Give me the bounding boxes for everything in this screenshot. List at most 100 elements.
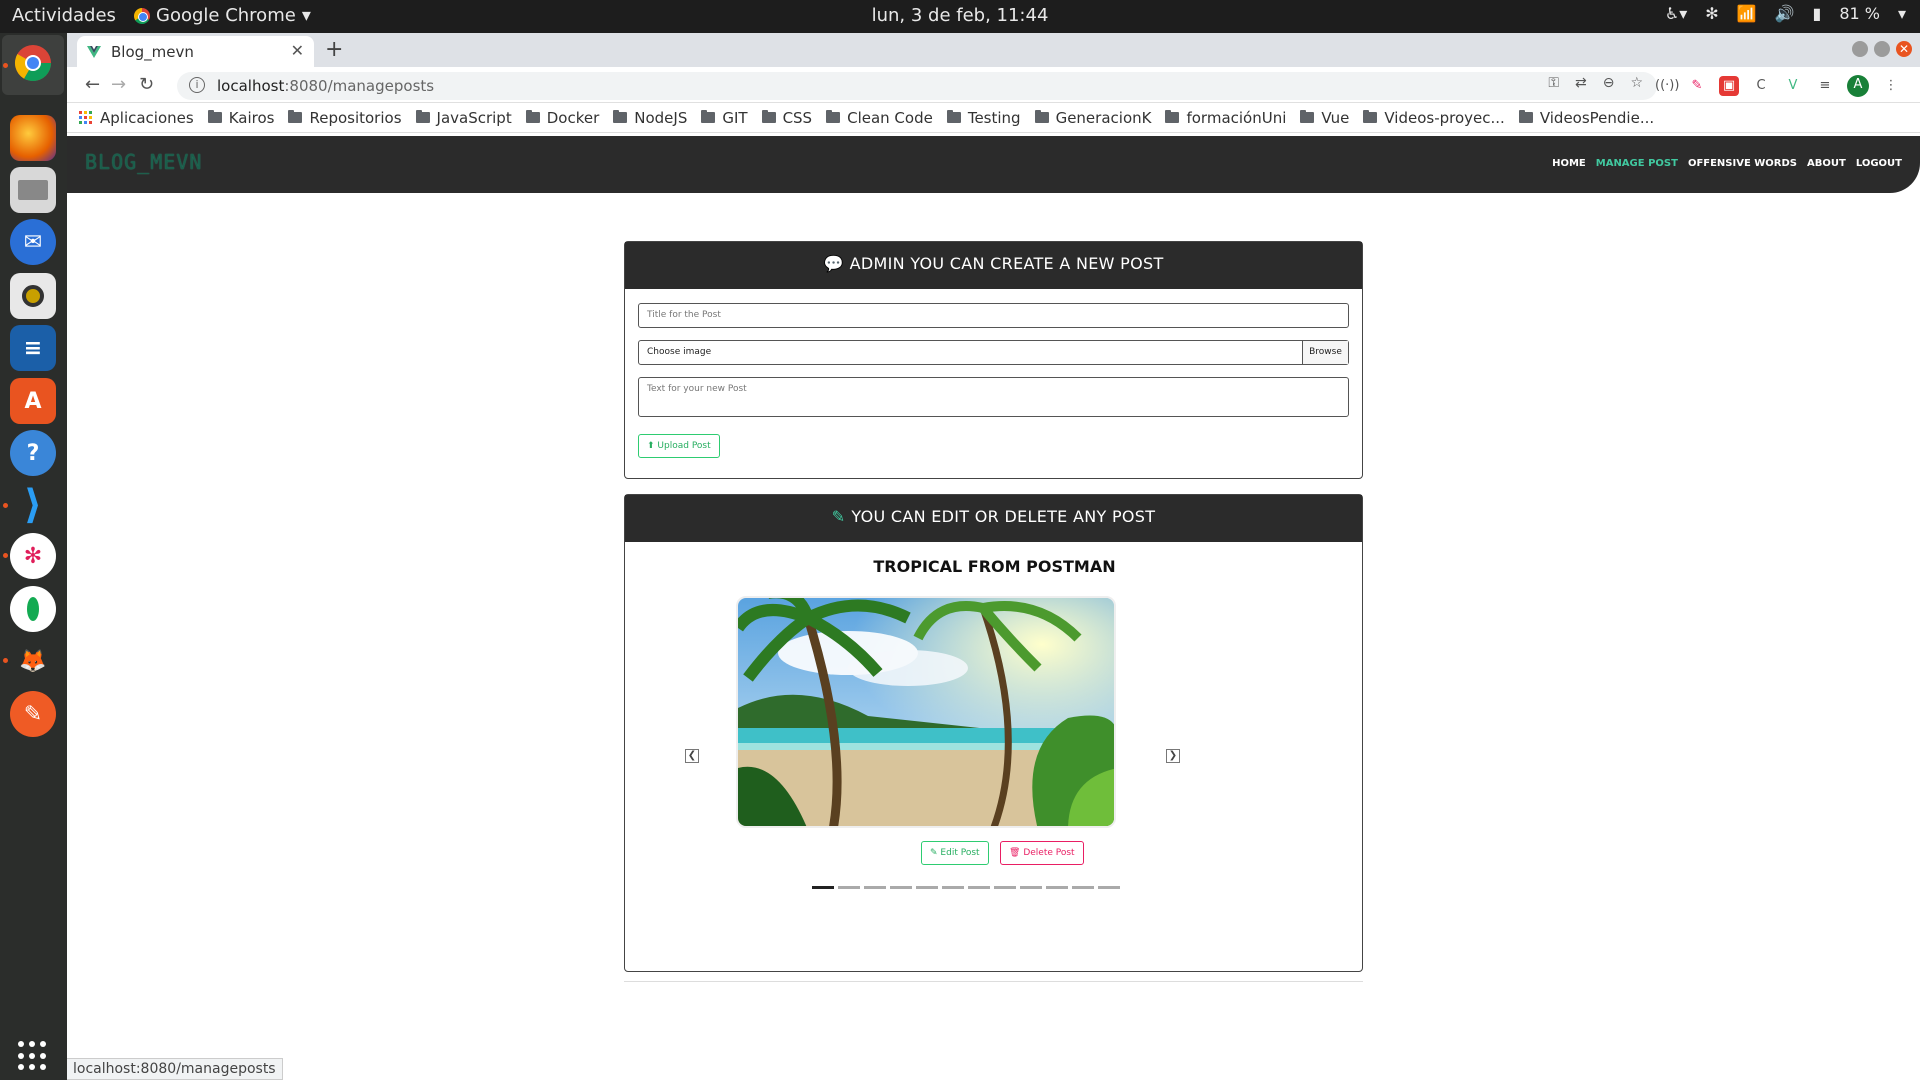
info-icon[interactable]: i: [189, 77, 205, 93]
nav-logout[interactable]: LOGOUT: [1856, 158, 1902, 169]
carousel-indicator[interactable]: [1098, 886, 1120, 889]
vue-devtools-icon[interactable]: V: [1783, 76, 1803, 96]
nav-home[interactable]: HOME: [1552, 158, 1586, 169]
postman-icon[interactable]: ✎: [10, 691, 56, 737]
carousel-next-icon[interactable]: ❯: [1166, 749, 1180, 763]
wifi-icon[interactable]: 📶: [1737, 4, 1757, 23]
extension-eyedropper-icon[interactable]: ✎: [1687, 76, 1707, 96]
running-indicator: [3, 553, 8, 558]
firefox-icon[interactable]: [10, 115, 56, 161]
reload-icon[interactable]: ↻: [139, 74, 154, 95]
chrome-dock-icon[interactable]: [10, 40, 56, 86]
carousel-indicator[interactable]: [864, 886, 886, 889]
system-top-bar: Actividades Google Chrome ▾ lun, 3 de fe…: [0, 0, 1920, 33]
bookmark-folder[interactable]: Docker: [525, 109, 599, 127]
comment-icon: 💬: [823, 254, 844, 273]
carousel-indicator[interactable]: [838, 886, 860, 889]
address-bar[interactable]: i localhost:8080/manageposts ⚿ ⇄ ⊖ ☆: [177, 72, 1657, 100]
rhythmbox-icon[interactable]: [10, 273, 56, 319]
gimp-icon[interactable]: 🦊: [10, 638, 56, 684]
browse-button[interactable]: Browse: [1302, 341, 1348, 364]
bookmark-folder[interactable]: Vue: [1300, 109, 1349, 127]
profile-avatar[interactable]: A: [1847, 75, 1869, 97]
volume-icon[interactable]: 🔊: [1775, 4, 1795, 23]
extension-cast-icon[interactable]: ((·)): [1655, 76, 1679, 96]
bookmark-label: Vue: [1321, 108, 1350, 127]
bookmark-folder[interactable]: GIT: [701, 109, 748, 127]
accessibility-icon[interactable]: ♿▾: [1665, 4, 1687, 23]
running-indicator: [3, 503, 8, 508]
carousel-indicator[interactable]: [890, 886, 912, 889]
menu-kebab-icon[interactable]: ⋮: [1881, 76, 1901, 96]
bookmark-folder[interactable]: VideosPendie...: [1518, 109, 1654, 127]
clock[interactable]: lun, 3 de feb, 11:44: [0, 5, 1920, 26]
slack-tray-icon[interactable]: ✻: [1705, 4, 1718, 23]
carousel-indicator[interactable]: [968, 886, 990, 889]
minimize-button[interactable]: [1852, 41, 1868, 57]
writer-icon[interactable]: ≡: [10, 325, 56, 371]
brand-logo[interactable]: BLOG_MEVN: [85, 150, 202, 174]
battery-icon[interactable]: ▮: [1813, 4, 1822, 23]
bookmark-folder[interactable]: Testing: [946, 109, 1021, 127]
mongodb-compass-icon[interactable]: [10, 586, 56, 632]
slack-icon[interactable]: ✻: [10, 533, 56, 579]
carousel-indicator[interactable]: [994, 886, 1016, 889]
bookmark-folder[interactable]: GeneracionK: [1034, 108, 1152, 127]
bookmark-folder[interactable]: Clean Code: [826, 109, 933, 127]
extension-c-icon[interactable]: C: [1751, 76, 1771, 96]
media-queue-icon[interactable]: ≡: [1815, 76, 1835, 96]
create-post-card: 💬 ADMIN YOU CAN CREATE A NEW POST Title f…: [624, 241, 1363, 479]
post-text-textarea[interactable]: Text for your new Post: [638, 377, 1349, 417]
bookmark-folder[interactable]: CSS: [761, 109, 812, 127]
carousel-indicator[interactable]: [1020, 886, 1042, 889]
tab-blog-mevn[interactable]: Blog_mevn ✕: [77, 36, 314, 67]
close-window-button[interactable]: ✕: [1896, 41, 1912, 57]
extension-off-icon[interactable]: ▣: [1719, 76, 1739, 96]
post-title-input[interactable]: Title for the Post: [638, 303, 1349, 328]
bookmark-star-icon[interactable]: ☆: [1630, 75, 1643, 91]
carousel-indicator[interactable]: [812, 886, 834, 889]
bookmark-folder[interactable]: Kairos: [207, 109, 274, 127]
bookmark-label: GeneracionK: [1055, 108, 1152, 127]
nav-about[interactable]: ABOUT: [1807, 158, 1846, 169]
bookmark-folder[interactable]: JavaScript: [415, 109, 512, 127]
forward-arrow-icon[interactable]: →: [111, 74, 126, 95]
image-file-input[interactable]: Choose image Browse: [638, 340, 1349, 365]
help-icon[interactable]: ?: [10, 430, 56, 476]
translate-icon[interactable]: ⇄: [1575, 75, 1587, 91]
carousel-indicator[interactable]: [1046, 886, 1068, 889]
folder-icon: [207, 110, 222, 123]
carousel-indicator[interactable]: [942, 886, 964, 889]
upload-post-button[interactable]: ⬆ Upload Post: [638, 434, 720, 458]
bookmark-folder[interactable]: NodeJS: [613, 109, 687, 127]
back-arrow-icon[interactable]: ←: [85, 74, 100, 95]
edit-post-card: ✎ YOU CAN EDIT OR DELETE ANY POST TROPICA…: [624, 494, 1363, 972]
bookmark-folder[interactable]: formaciónUni: [1165, 109, 1286, 127]
files-icon[interactable]: [10, 167, 56, 213]
bookmark-folder[interactable]: Repositorios: [288, 109, 402, 127]
key-icon[interactable]: ⚿: [1548, 75, 1559, 91]
caret-down-icon[interactable]: ▾: [1898, 4, 1906, 23]
bookmark-folder[interactable]: Videos-proyec...: [1363, 109, 1505, 127]
thunderbird-icon[interactable]: ✉: [10, 219, 56, 265]
close-tab-icon[interactable]: ✕: [291, 41, 304, 60]
nav-manage-post[interactable]: MANAGE POST: [1596, 158, 1678, 169]
tropical-beach-image: [738, 598, 1114, 826]
vscode-icon[interactable]: ⟩: [10, 482, 56, 528]
maximize-button[interactable]: [1874, 41, 1890, 57]
edit-post-button[interactable]: ✎ Edit Post: [921, 841, 989, 865]
nav-offensive-words[interactable]: OFFENSIVE WORDS: [1688, 158, 1797, 169]
bookmark-label: Clean Code: [847, 108, 933, 127]
carousel-indicator[interactable]: [916, 886, 938, 889]
dock: ✉ ≡ A ? ⟩ ✻ 🦊 ✎: [0, 33, 67, 1080]
bookmark-apps[interactable]: Aplicaciones: [79, 109, 194, 127]
system-tray[interactable]: ♿▾ ✻ 📶 🔊 ▮ 81 % ▾: [1665, 4, 1906, 23]
folder-icon: [288, 110, 303, 123]
zoom-icon[interactable]: ⊖: [1603, 75, 1615, 91]
delete-post-button[interactable]: 🗑 Delete Post: [1000, 841, 1084, 865]
carousel-prev-icon[interactable]: ❮: [685, 749, 699, 763]
show-applications-icon[interactable]: [18, 1041, 48, 1071]
carousel-indicator[interactable]: [1072, 886, 1094, 889]
new-tab-icon[interactable]: +: [325, 37, 343, 62]
software-center-icon[interactable]: A: [10, 378, 56, 424]
